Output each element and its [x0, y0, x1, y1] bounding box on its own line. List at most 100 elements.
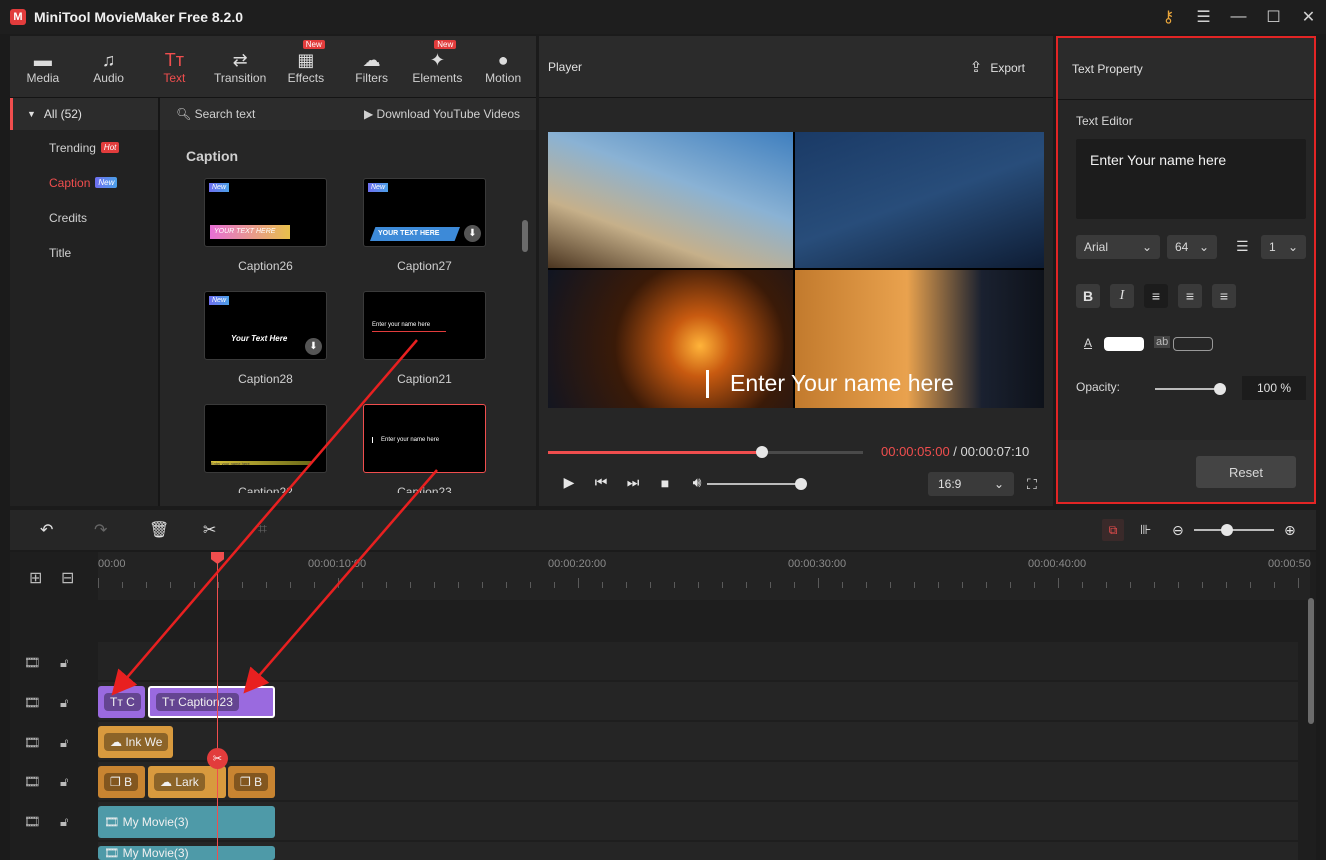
timeline-toolbar: ↶ ↷ 🗑︎ ✂ ⌗ ⧉ ⊪ ⊖ ⊕	[10, 510, 1316, 550]
tab-audio[interactable]: ♫ Audio	[76, 36, 142, 97]
snap-icon[interactable]: ⧉	[1102, 519, 1124, 541]
timeline-zoom-knob[interactable]	[1221, 524, 1233, 536]
opacity-knob[interactable]	[1214, 383, 1226, 395]
tab-text[interactable]: Tт Text	[142, 36, 208, 97]
video-clip[interactable]: 🎞︎ My Movie(3)	[98, 846, 275, 860]
remove-track-icon[interactable]: ⊟	[61, 568, 74, 588]
tab-elements[interactable]: New ✦ Elements	[405, 36, 471, 97]
background-color-swatch[interactable]	[1173, 337, 1213, 351]
timeline-zoom-slider[interactable]	[1194, 529, 1274, 531]
play-icon[interactable]: ▶	[553, 474, 585, 491]
delete-icon[interactable]: 🗑︎	[149, 520, 169, 540]
ruler-tick	[962, 582, 963, 588]
timeline-scrollbar[interactable]	[1308, 598, 1314, 724]
tab-motion[interactable]: ● Motion	[470, 36, 536, 97]
progress-knob[interactable]	[756, 446, 769, 458]
lock-icon[interactable]: 🔓︎	[60, 814, 68, 830]
chevron-down-icon: ⌄	[1141, 240, 1152, 254]
font-size-select[interactable]: 64 ⌄	[1167, 235, 1217, 259]
line-spacing-select[interactable]: 1 ⌄	[1261, 235, 1306, 259]
ruler-tick	[914, 582, 915, 588]
fullscreen-icon[interactable]: ⛶	[1027, 476, 1037, 493]
ruler-tick	[170, 582, 171, 588]
text-clip[interactable]: Tт C	[98, 686, 145, 718]
caption-thumbnail-28[interactable]: New Your Text Here ⬇	[204, 291, 327, 360]
effects-icon: ▦	[297, 49, 315, 70]
align-left-button[interactable]: ≡	[1144, 284, 1168, 308]
category-credits[interactable]: Credits	[10, 200, 158, 235]
player-title: Player	[548, 59, 583, 74]
bold-button[interactable]: B	[1076, 284, 1100, 308]
tab-transition[interactable]: ⇄ Transition	[207, 36, 273, 97]
preview-quadrant-tower	[795, 132, 1044, 268]
menu-icon[interactable]: ☰	[1186, 7, 1221, 27]
ruler-tick	[938, 582, 939, 588]
video-preview[interactable]: Enter Your name here	[548, 132, 1044, 408]
element-clip[interactable]: ❐ B	[228, 766, 275, 798]
undo-icon[interactable]: ↶	[40, 520, 53, 540]
opacity-value-field[interactable]: 100 %	[1242, 376, 1306, 400]
download-icon[interactable]: ⬇	[464, 225, 481, 242]
category-caption[interactable]: Caption New	[10, 165, 158, 200]
opacity-slider[interactable]	[1155, 388, 1221, 390]
film-icon: 🎞︎	[24, 735, 41, 750]
add-track-icon[interactable]: ⊞	[29, 568, 42, 588]
export-button[interactable]: ⇪ Export	[970, 58, 1025, 76]
lock-icon[interactable]: 🔓︎	[60, 655, 68, 671]
lock-icon[interactable]: 🔓︎	[60, 695, 68, 711]
category-title[interactable]: Title	[10, 235, 158, 270]
video-clip[interactable]: 🎞︎ My Movie(3)	[98, 806, 275, 838]
align-right-button[interactable]: ≡	[1212, 284, 1236, 308]
font-family-select[interactable]: Arial ⌄	[1076, 235, 1160, 259]
fit-timeline-icon[interactable]: ⊪	[1140, 522, 1151, 538]
search-input[interactable]: 🔍︎ Search text	[176, 107, 255, 121]
time-ruler[interactable]: 00:00 00:00:10:00 00:00:20:00 00:00:30:0…	[98, 552, 1311, 600]
next-frame-icon[interactable]: ⏭	[617, 474, 649, 491]
download-icon[interactable]: ⬇	[305, 338, 322, 355]
lock-icon[interactable]: 🔓︎	[60, 774, 68, 790]
opacity-label: Opacity:	[1076, 380, 1121, 394]
library-scrollbar[interactable]	[522, 220, 528, 252]
previous-frame-icon[interactable]: ⏮	[585, 474, 617, 491]
aspect-ratio-select[interactable]: 16:9 ⌄	[928, 472, 1014, 496]
caption-thumbnail-27[interactable]: New YOUR TEXT HERE ⬇	[363, 178, 486, 247]
category-all[interactable]: ▼ All (52)	[10, 98, 158, 130]
media-icon: ▬	[33, 49, 52, 70]
ruler-tick	[506, 582, 507, 588]
maximize-icon[interactable]: ☐	[1256, 7, 1291, 27]
redo-icon[interactable]: ↷	[94, 520, 107, 540]
caption-thumbnail-22[interactable]: Enter your name here	[204, 404, 327, 473]
volume-knob[interactable]	[795, 478, 807, 490]
crop-icon[interactable]: ⌗	[258, 521, 267, 539]
zoom-in-icon[interactable]: ⊕	[1284, 522, 1296, 539]
zoom-out-icon[interactable]: ⊖	[1172, 522, 1184, 539]
tab-effects[interactable]: New ▦ Effects	[273, 36, 339, 97]
volume-slider[interactable]	[707, 483, 802, 485]
text-editor-input[interactable]: Enter Your name here	[1076, 139, 1306, 219]
playback-progress[interactable]	[548, 446, 863, 458]
effect-clip[interactable]: ☁ Ink We	[98, 726, 173, 758]
caption-thumbnail-23[interactable]: Enter your name here	[363, 404, 486, 473]
caption-thumbnail-26[interactable]: New YOUR TEXT HERE	[204, 178, 327, 247]
italic-button[interactable]: I	[1110, 284, 1134, 308]
tab-filters[interactable]: ☁ Filters	[339, 36, 405, 97]
export-icon: ⇪	[969, 58, 983, 76]
text-color-swatch[interactable]	[1104, 337, 1144, 351]
close-icon[interactable]: ✕	[1291, 7, 1326, 27]
element-clip[interactable]: ❐ B	[98, 766, 145, 798]
split-at-playhead-icon[interactable]: ✂	[207, 748, 228, 769]
tab-media[interactable]: ▬ Media	[10, 36, 76, 97]
minimize-icon[interactable]: —	[1221, 8, 1256, 26]
caption-thumbnail-21[interactable]: Enter your name here	[363, 291, 486, 360]
lock-icon[interactable]: 🔓︎	[60, 735, 68, 751]
split-icon[interactable]: ✂	[203, 520, 216, 540]
element-clip-lark[interactable]: ☁ Lark	[148, 766, 226, 798]
reset-button[interactable]: Reset	[1196, 456, 1296, 488]
key-icon[interactable]: ⚷	[1151, 7, 1186, 27]
playhead-line[interactable]	[217, 552, 218, 860]
category-trending[interactable]: Trending Hot	[10, 130, 158, 165]
text-clip-caption23[interactable]: Tт Caption23	[148, 686, 275, 718]
stop-icon[interactable]: ■	[649, 475, 681, 491]
download-youtube-button[interactable]: ▶ Download YouTube Videos	[364, 107, 520, 121]
align-center-button[interactable]: ≡	[1178, 284, 1202, 308]
